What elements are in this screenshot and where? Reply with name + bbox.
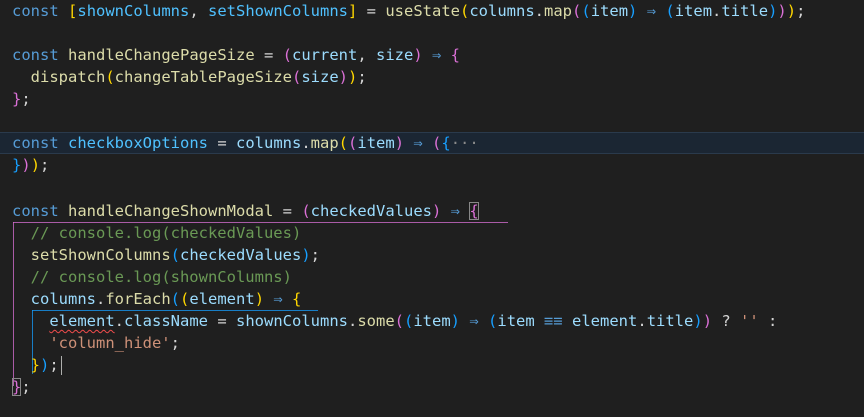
code-line-10: const handleChangeShownModal = (checkedV… (12, 202, 479, 220)
matched-bracket-close: } (12, 378, 22, 396)
error-squiggle-element: element (49, 312, 115, 330)
code-line-16: 'column_hide'; (49, 334, 180, 352)
code-line-15: element.className = shownColumns.some((i… (49, 312, 778, 330)
code-line-4: dispatch(changeTablePageSize(size)); (30, 68, 367, 86)
code-line-12: setShownColumns(checkedValues); (30, 246, 321, 264)
matched-bracket-open: { (469, 202, 479, 220)
code-line-7-current: const checkboxOptions = columns.map((ite… (0, 132, 864, 154)
code-editor[interactable]: const [shownColumns, setShownColumns] = … (0, 0, 864, 417)
code-line-5: }; (12, 90, 31, 108)
code-line-17: }); (0, 354, 864, 376)
code-line-11: // console.log(checkedValues) (30, 224, 302, 242)
code-line-3: const handleChangePageSize = (current, s… (12, 46, 461, 64)
code-line-13: // console.log(shownColumns) (30, 268, 292, 286)
code-line-1: const [shownColumns, setShownColumns] = … (12, 2, 806, 20)
text-cursor (60, 356, 63, 375)
code-line-14: columns.forEach((element) ⇒ { (30, 290, 302, 308)
code-line-8: })); (12, 156, 50, 174)
code-line-18: }; (12, 378, 31, 396)
folded-region-ellipsis[interactable]: ··· (451, 134, 479, 152)
